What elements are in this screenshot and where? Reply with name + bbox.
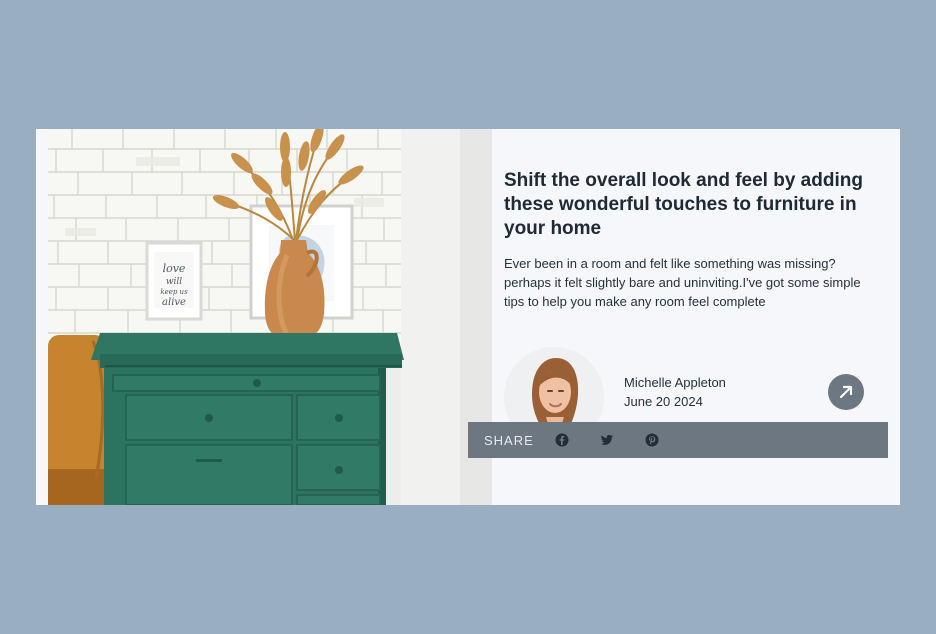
pinterest-icon[interactable] [645, 433, 659, 447]
share-label: SHARE [484, 432, 534, 448]
article-excerpt: Ever been in a room and felt like someth… [504, 256, 861, 309]
author-name: Michelle Appleton [624, 375, 726, 390]
twitter-icon[interactable] [600, 433, 614, 447]
arrow-up-right-icon [839, 385, 853, 399]
article-title: Shift the overall look and feel by addin… [504, 170, 863, 239]
article-preview-card: love will keep us alive Shift the overal… [36, 129, 900, 505]
svg-text:keep us: keep us [160, 288, 188, 296]
drawers-illustration: love will keep us alive [48, 129, 492, 505]
share-toggle-button[interactable] [828, 374, 864, 410]
share-bar: SHARE [468, 422, 888, 458]
svg-text:will: will [166, 277, 182, 287]
svg-text:alive: alive [162, 297, 186, 308]
facebook-icon[interactable] [555, 433, 569, 447]
publish-date: June 20 2024 [624, 394, 703, 409]
svg-text:love: love [163, 262, 186, 275]
article-content: Shift the overall look and feel by addin… [504, 169, 884, 311]
drawers-image: love will keep us alive [48, 129, 492, 505]
author-info: Michelle Appleton June 20 2024 [624, 373, 726, 411]
